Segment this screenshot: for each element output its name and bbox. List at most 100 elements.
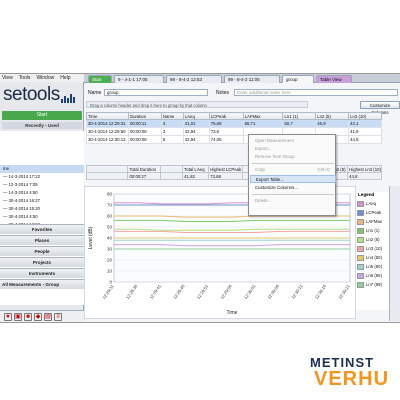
summary-label: Total LAeq: [182, 165, 210, 173]
table-row[interactable]: 30-4-2014 12:30:12 00:00:08 5 42,94 74,0…: [86, 135, 382, 144]
brand-logo-line2: VERHU: [314, 368, 390, 390]
y-tick-label: 40: [107, 236, 113, 241]
notes-field[interactable]: Enter additional notes here: [234, 89, 398, 96]
menu-copy-shortcut: Ctrl+C: [317, 167, 330, 172]
tab-group[interactable]: group: [282, 75, 314, 83]
legend-swatch: [357, 282, 364, 288]
column-header[interactable]: Ln3 (10): [348, 112, 382, 120]
column-header[interactable]: LCPeak: [208, 112, 244, 120]
menu-customize-columns[interactable]: Customize Columns...: [250, 184, 336, 192]
column-header[interactable]: Duration: [127, 112, 162, 120]
legend-item[interactable]: Ln1 (1): [356, 227, 390, 235]
menu-remove-from-group[interactable]: Remove from Group: [250, 153, 336, 161]
section-favorites[interactable]: Favorites: [0, 224, 84, 234]
menu-item[interactable]: View: [2, 75, 13, 81]
table-cell: 30-4-2014 12:30:12: [86, 135, 129, 144]
table-row[interactable]: 30-4-2014 12:29:50 00:00:08 3 42,94 73,6…: [86, 127, 382, 136]
summary-table: Total Duration Total LAeq Highest LCPeak…: [85, 165, 382, 180]
column-header[interactable]: LAeq: [182, 112, 210, 120]
legend-item[interactable]: LAeq: [356, 200, 390, 208]
menu-bar: View Tools Window Help: [0, 74, 84, 82]
table-cell: 46,9: [315, 119, 350, 128]
summary-value: 44,8: [347, 172, 382, 180]
y-tick-label: 70: [107, 203, 113, 208]
legend-swatch: [357, 219, 364, 225]
section-people[interactable]: People: [0, 246, 84, 256]
table-cell: 74,05: [208, 135, 244, 144]
table-row[interactable]: 30-4-2014 12:29:31 00:00:11 4 41,01 75,6…: [86, 119, 382, 128]
table-cell: 00:00:11: [127, 119, 162, 128]
legend-item[interactable]: LAFMax: [356, 218, 390, 226]
menu-separator: [252, 194, 334, 195]
menu-delete[interactable]: Delete...: [250, 197, 336, 205]
tree-item[interactable]: — 14-3-2014 17:22: [0, 173, 84, 181]
name-field[interactable]: group: [104, 89, 208, 96]
section-places[interactable]: Places: [0, 235, 84, 245]
summary-label: Highest LCPeak: [208, 165, 244, 173]
menu-item[interactable]: Window: [36, 75, 54, 81]
column-header[interactable]: Ln2 (5): [315, 112, 350, 120]
legend-title: Legend: [358, 192, 375, 197]
instrument-icon[interactable]: ▤: [44, 313, 52, 321]
person-icon[interactable]: ☻: [24, 313, 32, 321]
tab-table-view[interactable]: Table View: [316, 75, 352, 83]
legend-label: LAeq: [366, 201, 377, 206]
menu-copy[interactable]: Copy Ctrl+C: [250, 166, 336, 174]
column-header[interactable]: Ln1 (1): [282, 112, 317, 120]
section-projects[interactable]: Projects: [0, 257, 84, 267]
menu-export-table[interactable]: Export Table...: [250, 175, 336, 183]
column-header[interactable]: Time: [86, 112, 129, 120]
tab-measurement[interactable]: 99 - 8-4-2 11:05: [224, 75, 280, 83]
legend-label: LAFMax: [366, 219, 382, 224]
column-header[interactable]: Name: [160, 112, 184, 120]
tree-item[interactable]: — 30-4-2014 16:27: [0, 197, 84, 205]
tree-item[interactable]: — 12-3-2014 7:05: [0, 181, 84, 189]
summary-label-row: Total Duration Total LAeq Highest LCPeak…: [85, 165, 382, 173]
section-instruments[interactable]: Instruments: [0, 268, 84, 278]
folder-icon[interactable]: ▣: [14, 313, 22, 321]
tab-start[interactable]: Start: [88, 75, 112, 83]
y-tick-label: 10: [107, 269, 113, 274]
group-by-hint[interactable]: Drag a column header and drop it here to…: [86, 101, 308, 108]
project-icon[interactable]: ◆: [34, 313, 42, 321]
legend-swatch: [357, 255, 364, 261]
star-icon[interactable]: ★: [4, 313, 12, 321]
legend-item[interactable]: Ln5 (90): [356, 263, 390, 271]
legend-swatch: [357, 201, 364, 207]
summary-label: [160, 165, 184, 173]
summary-label: Total Duration: [127, 165, 162, 173]
legend-label: Ln2 (5): [366, 237, 380, 242]
legend-item[interactable]: Ln3 (10): [356, 245, 390, 253]
tab-measurement[interactable]: 9 - 4-1-1 17:05: [114, 75, 164, 83]
menu-open-measurement[interactable]: Open Measurement: [250, 137, 336, 145]
tree-item[interactable]: — 30-4-2014 4:50: [0, 213, 84, 221]
tab-measurement[interactable]: 99 - 8-4-2 12:53: [166, 75, 222, 83]
y-tick-label: 20: [107, 258, 113, 263]
legend-item[interactable]: Ln4 (50): [356, 254, 390, 262]
legend-item[interactable]: Ln2 (5): [356, 236, 390, 244]
menu-item[interactable]: Tools: [19, 75, 31, 81]
menu-copy-label: Copy: [255, 167, 266, 172]
start-button[interactable]: Start: [2, 111, 82, 120]
legend-item[interactable]: Ln6 (95): [356, 272, 390, 280]
menu-item[interactable]: Help: [60, 75, 70, 81]
list-icon[interactable]: ≡: [54, 313, 62, 321]
recently-used-header[interactable]: Recently - Used: [2, 122, 82, 129]
tree-item[interactable]: — 14-3-2014 4:50: [0, 189, 84, 197]
legend-item[interactable]: Ln7 (99): [356, 281, 390, 289]
column-header[interactable]: LAFMax: [242, 112, 284, 120]
customize-columns-button[interactable]: Customize Columns: [360, 101, 400, 115]
table-cell: 00:00:08: [127, 127, 162, 136]
tree-item[interactable]: — 30-4-2014 15:20: [0, 205, 84, 213]
menu-export[interactable]: Export...: [250, 145, 336, 153]
legend-item[interactable]: LCPeak: [356, 209, 390, 217]
table-cell: 41,01: [182, 119, 210, 128]
y-axis-label: Level (dB): [88, 226, 94, 249]
legend-swatch: [357, 210, 364, 216]
legend-label: Ln3 (10): [366, 246, 383, 251]
table-header-row: Time Duration Name LAeq LCPeak LAFMax Ln…: [86, 112, 382, 120]
y-tick-label: 60: [107, 214, 113, 219]
section-all-measurements[interactable]: All Measurements - Group: [0, 279, 84, 289]
tree-item[interactable]: me: [0, 165, 84, 173]
table-cell: 42,94: [182, 127, 210, 136]
